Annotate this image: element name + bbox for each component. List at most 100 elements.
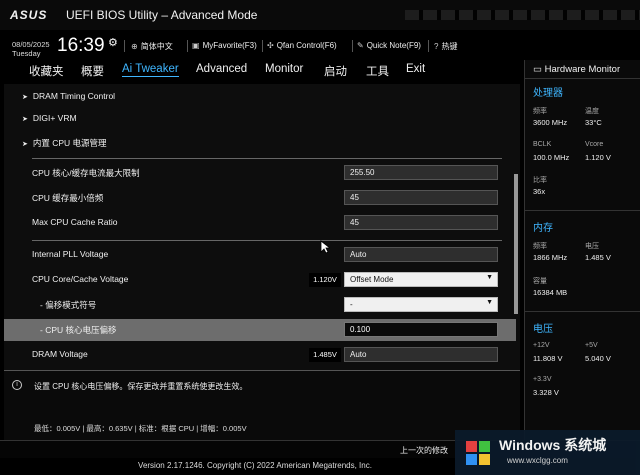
menu-group-cpu-power[interactable]: ➤ 内置 CPU 电源管理 [4,132,516,154]
memory-capacity: 16384 MB [533,288,568,297]
voltage-12v: 11.808 V [533,354,563,363]
setting-label: Internal PLL Voltage [32,249,109,259]
help-panel: i 设置 CPU 核心电压偏移。保存更改并重置系统使更改生效。 最低：0.005… [4,370,520,440]
quicknote-button[interactable]: ✎ Quick Note(F9) [357,41,421,50]
core-voltage-dropdown[interactable]: Offset Mode ▼ [344,272,498,287]
setting-label: DRAM Voltage [32,349,88,359]
hw-label: 电压 [585,243,599,250]
setting-row-current-limit[interactable]: CPU 核心/缓存电流最大限制 255.50 [4,162,516,184]
hw-label: Vcore [585,141,604,148]
tab-boot[interactable]: 启动 [324,63,347,79]
app-title: UEFI BIOS Utility – Advanced Mode [66,8,258,22]
tab-tool[interactable]: 工具 [366,63,389,79]
setting-label: - CPU 核心电压偏移 [40,325,117,335]
max-cache-ratio-input[interactable]: 45 [344,215,498,230]
chevron-right-icon: ➤ [22,94,28,101]
memory-voltage: 1.485 V [585,253,611,262]
qfan-label: Qfan Control(F6) [276,41,337,50]
hw-label: 容量 [533,278,547,285]
hw-label: +3.3V [533,376,552,383]
tab-exit[interactable]: Exit [406,63,425,75]
dropdown-value: Offset Mode [350,275,394,284]
hw-label: 频率 [533,108,547,115]
setting-label: CPU 核心/缓存电流最大限制 [32,168,140,178]
menu-group-dram-timing[interactable]: ➤ DRAM Timing Control [4,86,516,108]
tab-advanced[interactable]: Advanced [196,63,247,75]
tab-ai-tweaker[interactable]: Ai Tweaker [122,63,179,77]
dram-voltage-input[interactable]: Auto [344,347,498,362]
pll-voltage-input[interactable]: Auto [344,247,498,262]
menu-group-label: ➤ DIGI+ VRM [22,113,77,123]
asus-logo: ASUS [10,8,48,22]
chevron-down-icon: ▼ [486,299,493,306]
hw-voltage-header: 电压 [533,324,553,335]
cpu-vcore: 1.120 V [585,153,611,162]
hotkey-icon: ? [434,42,439,51]
language-label: 简体中文 [140,42,173,51]
main-tabs: 收藏夹 概要 Ai Tweaker Advanced Monitor 启动 工具… [0,60,525,84]
voltage-5v: 5.040 V [585,354,611,363]
setting-row-core-voltage-offset[interactable]: - CPU 核心电压偏移 0.100 [4,319,516,341]
setting-row-core-voltage[interactable]: CPU Core/Cache Voltage 1.120V Offset Mod… [4,269,516,291]
setting-label: - 偏移模式符号 [40,300,97,310]
last-modified-button[interactable]: 上一次的修改 [400,445,448,456]
tab-main[interactable]: 概要 [81,63,104,79]
site-watermark: Windows 系统城 www.wxclgg.com [455,430,640,475]
language-button[interactable]: ⊕ 简体中文 [131,41,173,52]
watermark-url: www.wxclgg.com [507,456,568,465]
hw-title-text: Hardware Monitor [544,64,621,75]
chevron-down-icon: ▼ [486,274,493,281]
toolbar-divider [187,40,188,52]
current-voltage-readout: 1.120V [309,273,341,287]
hw-label: BCLK [533,141,552,148]
setting-row-min-cache-ratio[interactable]: CPU 缓存最小倍频 45 [4,187,516,209]
quicknote-label: Quick Note(F9) [366,41,421,50]
current-limit-input[interactable]: 255.50 [344,165,498,180]
setting-row-dram-voltage[interactable]: DRAM Voltage 1.485V Auto [4,344,516,366]
fan-icon: ✣ [267,41,274,50]
chevron-right-icon: ➤ [22,141,28,148]
hw-cpu-header: 处理器 [533,88,563,99]
myfavorite-label: MyFavorite(F3) [202,41,257,50]
myfavorite-button[interactable]: ▣ MyFavorite(F3) [192,41,257,50]
offset-sign-dropdown[interactable]: - ▼ [344,297,498,312]
scrollbar[interactable] [514,174,518,314]
setting-row-pll-voltage[interactable]: Internal PLL Voltage Auto [4,244,516,266]
menu-group-digi-vrm[interactable]: ➤ DIGI+ VRM [4,108,516,130]
dropdown-value: - [350,300,353,309]
info-bar: 08/05/2025 Tuesday 16:39 ⚙ ⊕ 简体中文 ▣ MyFavo… [0,30,640,60]
min-cache-ratio-input[interactable]: 45 [344,190,498,205]
qfan-button[interactable]: ✣ Qfan Control(F6) [267,41,337,50]
toolbar-divider [262,40,263,52]
gear-icon[interactable]: ⚙ [108,36,118,49]
date-display: 08/05/2025 Tuesday [12,40,50,58]
cpu-bclk: 100.0 MHz [533,153,570,162]
scrollbar-thumb[interactable] [514,174,518,314]
section-divider [32,158,502,159]
setting-row-max-cache-ratio[interactable]: Max CPU Cache Ratio 45 [4,212,516,234]
memory-frequency: 1866 MHz [533,253,568,262]
tab-favorites[interactable]: 收藏夹 [29,63,64,79]
hw-monitor-title: ▭ Hardware Monitor [533,64,620,75]
setting-label: Max CPU Cache Ratio [32,217,118,227]
settings-panel: ➤ DRAM Timing Control ➤ DIGI+ VRM ➤ 内置 CPU … [4,84,520,370]
voltage-limits: 最低：0.005V | 最高：0.635V | 标准：根据 CPU | 增幅：0… [34,424,247,433]
hotkey-button[interactable]: ? 热键 [434,41,457,52]
globe-icon: ⊕ [131,42,138,51]
hw-label: 比率 [533,177,547,184]
toolbar-divider [124,40,125,52]
hotkey-label: 热键 [441,42,458,51]
clock: 16:39 [57,35,105,56]
current-voltage-readout: 1.485V [309,348,341,362]
cpu-temperature: 33°C [585,118,602,127]
voltage-offset-input[interactable]: 0.100 [344,322,498,337]
hw-divider [525,311,640,312]
setting-row-offset-sign[interactable]: - 偏移模式符号 - ▼ [4,294,516,316]
day-text: Tuesday [12,49,41,58]
menu-group-text: DIGI+ VRM [32,113,77,123]
hw-label: +5V [585,342,598,349]
mouse-pointer-icon [320,240,330,254]
tab-monitor[interactable]: Monitor [265,63,303,75]
hw-label: 频率 [533,243,547,250]
toolbar-divider [352,40,353,52]
